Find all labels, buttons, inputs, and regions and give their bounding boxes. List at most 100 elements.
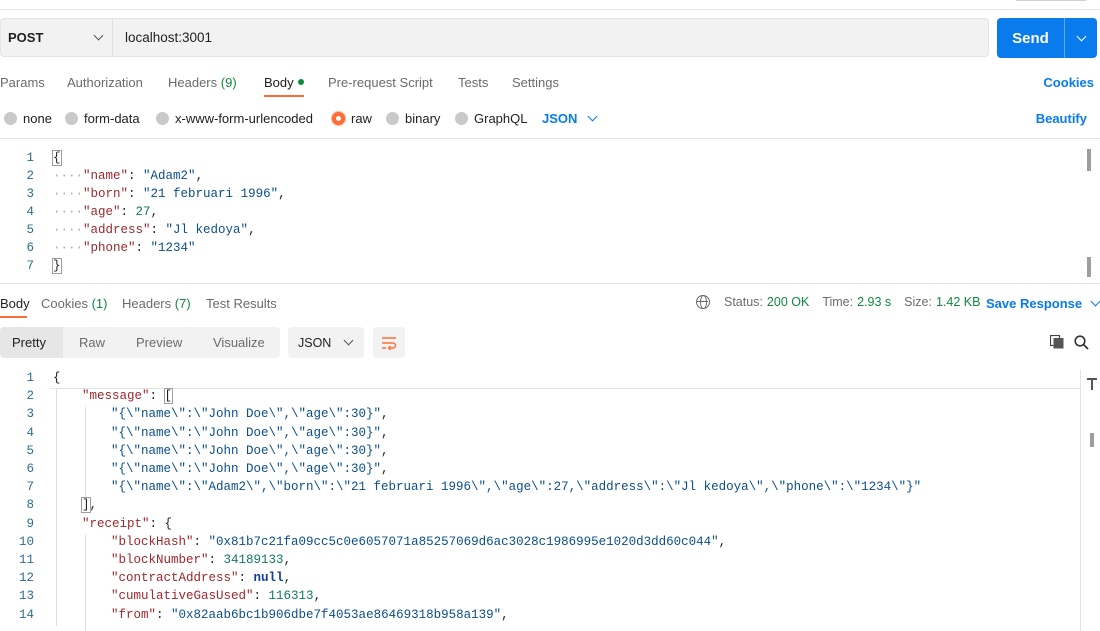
response-tab-cookies[interactable]: Cookies (1) — [41, 296, 107, 311]
globe-icon[interactable] — [696, 295, 710, 309]
view-mode-preview[interactable]: Preview — [136, 327, 182, 358]
json-value: "Adam2" — [143, 169, 196, 183]
tab-label: Authorization — [67, 75, 143, 90]
line-number: 7 — [26, 259, 34, 273]
code-line: "{\"name\":\"John Doe\",\"age\":30}", — [111, 444, 389, 458]
radio-label: x-www-form-urlencoded — [175, 111, 313, 126]
tab-settings[interactable]: Settings — [512, 75, 559, 90]
tab-tests[interactable]: Tests — [458, 75, 488, 90]
punctuation: { — [53, 371, 61, 385]
code-line: ····"address": "Jl kedoya", — [53, 223, 256, 237]
tab-label: Tests — [458, 75, 489, 90]
line-number: 7 — [26, 480, 34, 495]
tab-label: Cookies — [41, 296, 88, 311]
radio-raw[interactable]: raw — [332, 111, 372, 126]
tab-body[interactable]: Body — [264, 75, 304, 90]
response-tab-test-results[interactable]: Test Results — [206, 296, 277, 311]
code-line: } — [52, 258, 62, 274]
send-options-button[interactable] — [1064, 18, 1097, 58]
tab-label: Test Results — [206, 296, 277, 311]
active-tab-indicator — [264, 95, 304, 97]
json-key: "blockHash" — [111, 534, 194, 549]
code-line: "{\"name\":\"John Doe\",\"age\":30}", — [111, 462, 389, 476]
code-line: "message": [ — [82, 388, 173, 405]
json-key: "name" — [83, 169, 129, 183]
tab-count: (1) — [91, 296, 108, 311]
json-key: "cumulativeGasUsed" — [111, 589, 254, 604]
tab-authorization[interactable]: Authorization — [67, 75, 143, 90]
tab-label: Headers — [168, 75, 218, 90]
send-button[interactable]: Send — [997, 18, 1097, 58]
response-tabs: Body Cookies (1) Headers (7) Test Result… — [0, 292, 1100, 318]
wrap-lines-icon — [382, 336, 397, 350]
tab-params[interactable]: Params — [0, 75, 45, 90]
json-trail: , — [195, 169, 204, 183]
active-tab-indicator — [0, 316, 27, 318]
view-mode-pretty[interactable]: Pretty — [0, 327, 63, 358]
json-key: "address" — [83, 223, 151, 237]
radio-circle — [65, 112, 78, 125]
line-number: 11 — [18, 553, 34, 567]
response-tab-headers[interactable]: Headers (7) — [122, 296, 191, 311]
matched-bracket: [ — [163, 388, 173, 405]
size-value[interactable]: 1.42 KB — [936, 295, 980, 309]
radio-circle — [386, 112, 399, 125]
search-icon[interactable] — [1074, 335, 1089, 350]
tab-label: Params — [0, 75, 45, 90]
method-label: POST — [8, 30, 44, 45]
copy-icon[interactable] — [1050, 335, 1064, 349]
tab-pre-request-script[interactable]: Pre-request Script — [328, 75, 433, 90]
status-value[interactable]: 200 OK — [767, 295, 809, 309]
view-mode-tabs: Pretty Raw Preview Visualize — [0, 327, 280, 358]
beautify-button[interactable]: Beautify — [1036, 111, 1087, 126]
scrollbar-thumb[interactable] — [1090, 433, 1094, 447]
line-number: 2 — [26, 389, 34, 404]
json-key: "from" — [111, 607, 157, 622]
json-value: "21 februari 1996" — [143, 187, 279, 201]
radio-graphql[interactable]: GraphQL — [455, 111, 527, 126]
tab-label: Body — [264, 75, 294, 90]
window-top-strip — [0, 0, 1100, 10]
status-label: Status: — [724, 295, 763, 309]
raw-format-select[interactable]: JSON — [542, 111, 598, 126]
code-line: "receipt": { — [82, 517, 172, 531]
request-body-editor[interactable]: 1 2 3 4 5 6 7 { ····"name": "Adam2", ···… — [0, 149, 1100, 279]
cookies-link[interactable]: Cookies — [1043, 75, 1094, 90]
json-value: "{\"name\":\"John Doe\",\"age\":30}" — [111, 462, 382, 476]
response-format-select[interactable]: JSON — [288, 327, 364, 358]
url-input[interactable]: localhost:3001 — [113, 30, 212, 45]
response-body-viewer[interactable]: 1 2 3 4 5 6 7 8 9 10 11 12 13 14{"message": ["{\"name… — [0, 370, 1100, 631]
view-mode-raw[interactable]: Raw — [79, 327, 105, 358]
response-scrollbar[interactable] — [1084, 370, 1100, 631]
line-number: 3 — [26, 407, 34, 422]
json-trail: , — [278, 187, 286, 201]
request-tabs: Params Authorization Headers (9) Body Pr… — [0, 70, 1100, 97]
radio-form-data[interactable]: form-data — [65, 111, 140, 126]
top-grip — [1016, 0, 1086, 2]
method-select[interactable]: POST — [1, 19, 113, 56]
scroll-to-top-icon[interactable] — [1087, 378, 1097, 390]
radio-binary[interactable]: binary — [386, 111, 440, 126]
code-line: "blockHash": "0x81b7c21fa09cc5c0e6057071… — [111, 535, 726, 549]
scrollbar-thumb[interactable] — [1087, 149, 1091, 171]
time-value[interactable]: 2.93 s — [857, 295, 891, 309]
radio-x-www-form-urlencoded[interactable]: x-www-form-urlencoded — [156, 111, 313, 126]
radio-none[interactable]: none — [4, 111, 52, 126]
response-tab-body[interactable]: Body — [0, 296, 30, 311]
view-mode-visualize[interactable]: Visualize — [213, 327, 265, 358]
tab-headers[interactable]: Headers (9) — [168, 75, 237, 90]
radio-label: none — [23, 111, 52, 126]
json-value: null — [253, 571, 284, 586]
chevron-down-icon — [1090, 296, 1100, 307]
tab-label: Pre-request Script — [328, 75, 433, 90]
code-line: ····"phone": "1234" — [53, 241, 196, 255]
punctuation: , — [283, 553, 292, 567]
editor-edge — [1080, 370, 1081, 631]
scrollbar-thumb[interactable] — [1087, 257, 1091, 277]
wrap-lines-button[interactable] — [373, 327, 405, 358]
json-trail: , — [248, 223, 256, 237]
save-response-button[interactable]: Save Response — [986, 296, 1100, 311]
url-bar: POST localhost:3001 — [0, 18, 989, 57]
request-editor-scrollbar[interactable] — [1084, 149, 1098, 281]
json-value: "0x82aab6bc1b906dbe7f4053ae86469318b958a… — [171, 607, 502, 622]
